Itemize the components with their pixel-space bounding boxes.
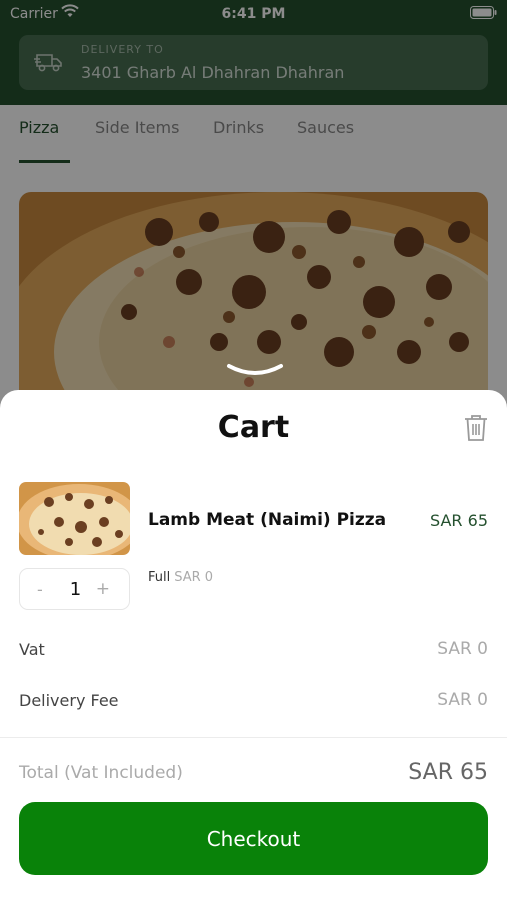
total-label: Total (Vat Included) <box>19 763 183 783</box>
cart-item-image <box>19 482 130 555</box>
increment-button[interactable]: + <box>96 579 110 599</box>
vat-value: SAR 0 <box>437 639 488 659</box>
quantity-value: 1 <box>69 579 82 600</box>
cart-item-variant: Full SAR 0 <box>148 570 213 585</box>
total-vat-note: (Vat Included) <box>64 763 183 783</box>
sheet-collapse-chevron-icon[interactable] <box>226 362 284 378</box>
divider <box>0 737 507 738</box>
vat-label: Vat <box>19 640 45 659</box>
cart-item-name: Lamb Meat (Naimi) Pizza <box>148 510 387 530</box>
cart-item-price: SAR 65 <box>430 511 488 530</box>
delivery-fee-value: SAR 0 <box>437 690 488 710</box>
total-value: SAR 65 <box>408 760 488 785</box>
total-label-text: Total <box>19 763 59 783</box>
quantity-stepper: - 1 + <box>19 568 130 610</box>
variant-name: Full <box>148 570 171 585</box>
delivery-fee-label: Delivery Fee <box>19 691 119 710</box>
variant-price: SAR 0 <box>174 570 214 585</box>
cart-title: Cart <box>217 410 290 445</box>
cart-sheet: Cart Lamb Meat (Naimi) Pizza SAR 65 - 1 … <box>0 390 507 900</box>
trash-icon[interactable] <box>464 414 488 442</box>
checkout-button[interactable]: Checkout <box>19 802 488 875</box>
